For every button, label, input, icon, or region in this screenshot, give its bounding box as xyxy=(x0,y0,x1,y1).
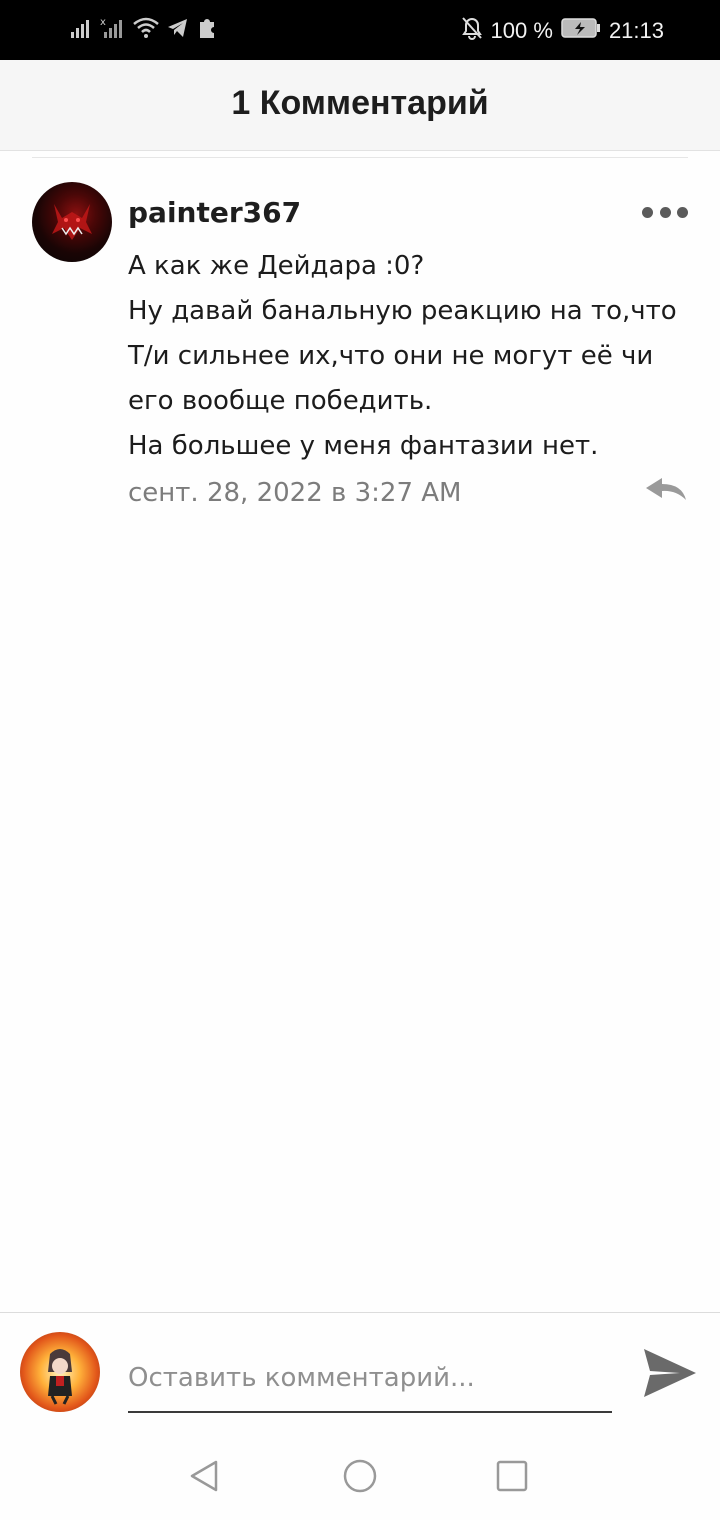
comment-line: Ну давай банальную реакцию на то,что xyxy=(128,296,677,326)
comment-author[interactable]: painter367 xyxy=(128,196,301,229)
page-title: 1 Комментарий xyxy=(231,84,489,122)
bell-off-icon xyxy=(461,16,483,46)
recents-button[interactable] xyxy=(494,1458,530,1498)
more-dots-icon xyxy=(642,206,653,218)
comment-input[interactable] xyxy=(128,1345,612,1413)
recents-icon xyxy=(496,1460,528,1492)
status-bar: x 100 % 21:13 xyxy=(0,0,720,60)
more-options-button[interactable] xyxy=(642,204,688,220)
wifi-icon xyxy=(132,16,160,44)
comment-timestamp: сент. 28, 2022 в 3:27 AM xyxy=(128,478,462,508)
reply-button[interactable] xyxy=(644,474,688,506)
avatar[interactable] xyxy=(32,182,112,262)
send-button[interactable] xyxy=(640,1343,700,1403)
battery-charging-icon xyxy=(561,17,601,45)
comment-input-bar xyxy=(0,1312,720,1431)
back-icon xyxy=(190,1460,218,1492)
telegram-icon xyxy=(166,16,190,44)
comment-line: А как же Дейдара :0? xyxy=(128,251,425,281)
navigation-bar xyxy=(0,1430,720,1520)
comment-text: А как же Дейдара :0? Ну давай банальную … xyxy=(128,244,688,469)
comment-line: На большее у меня фантазии нет. xyxy=(128,431,599,461)
status-right: 100 % 21:13 xyxy=(461,16,664,46)
svg-text:x: x xyxy=(100,17,106,28)
user-avatar[interactable] xyxy=(20,1332,100,1412)
battery-percent: 100 % xyxy=(490,18,553,43)
divider xyxy=(32,157,688,158)
back-button[interactable] xyxy=(186,1458,222,1498)
clock: 21:13 xyxy=(608,18,664,43)
send-icon xyxy=(644,1349,696,1397)
signal-no-sim-icon: x xyxy=(100,16,126,44)
reply-icon xyxy=(646,478,686,500)
header: 1 Комментарий xyxy=(0,60,720,151)
status-left-icons: x xyxy=(70,16,218,44)
home-button[interactable] xyxy=(342,1458,378,1498)
home-icon xyxy=(343,1459,377,1493)
comment-line: его вообще победить. xyxy=(128,386,433,416)
comment-line: Т/и сильнее их,что они не могут её чи xyxy=(128,341,654,371)
puzzle-icon xyxy=(196,16,218,44)
comments-screen: x 100 % 21:13 1 Комментарий painter367 А… xyxy=(0,0,720,1520)
signal-icon xyxy=(70,16,94,44)
